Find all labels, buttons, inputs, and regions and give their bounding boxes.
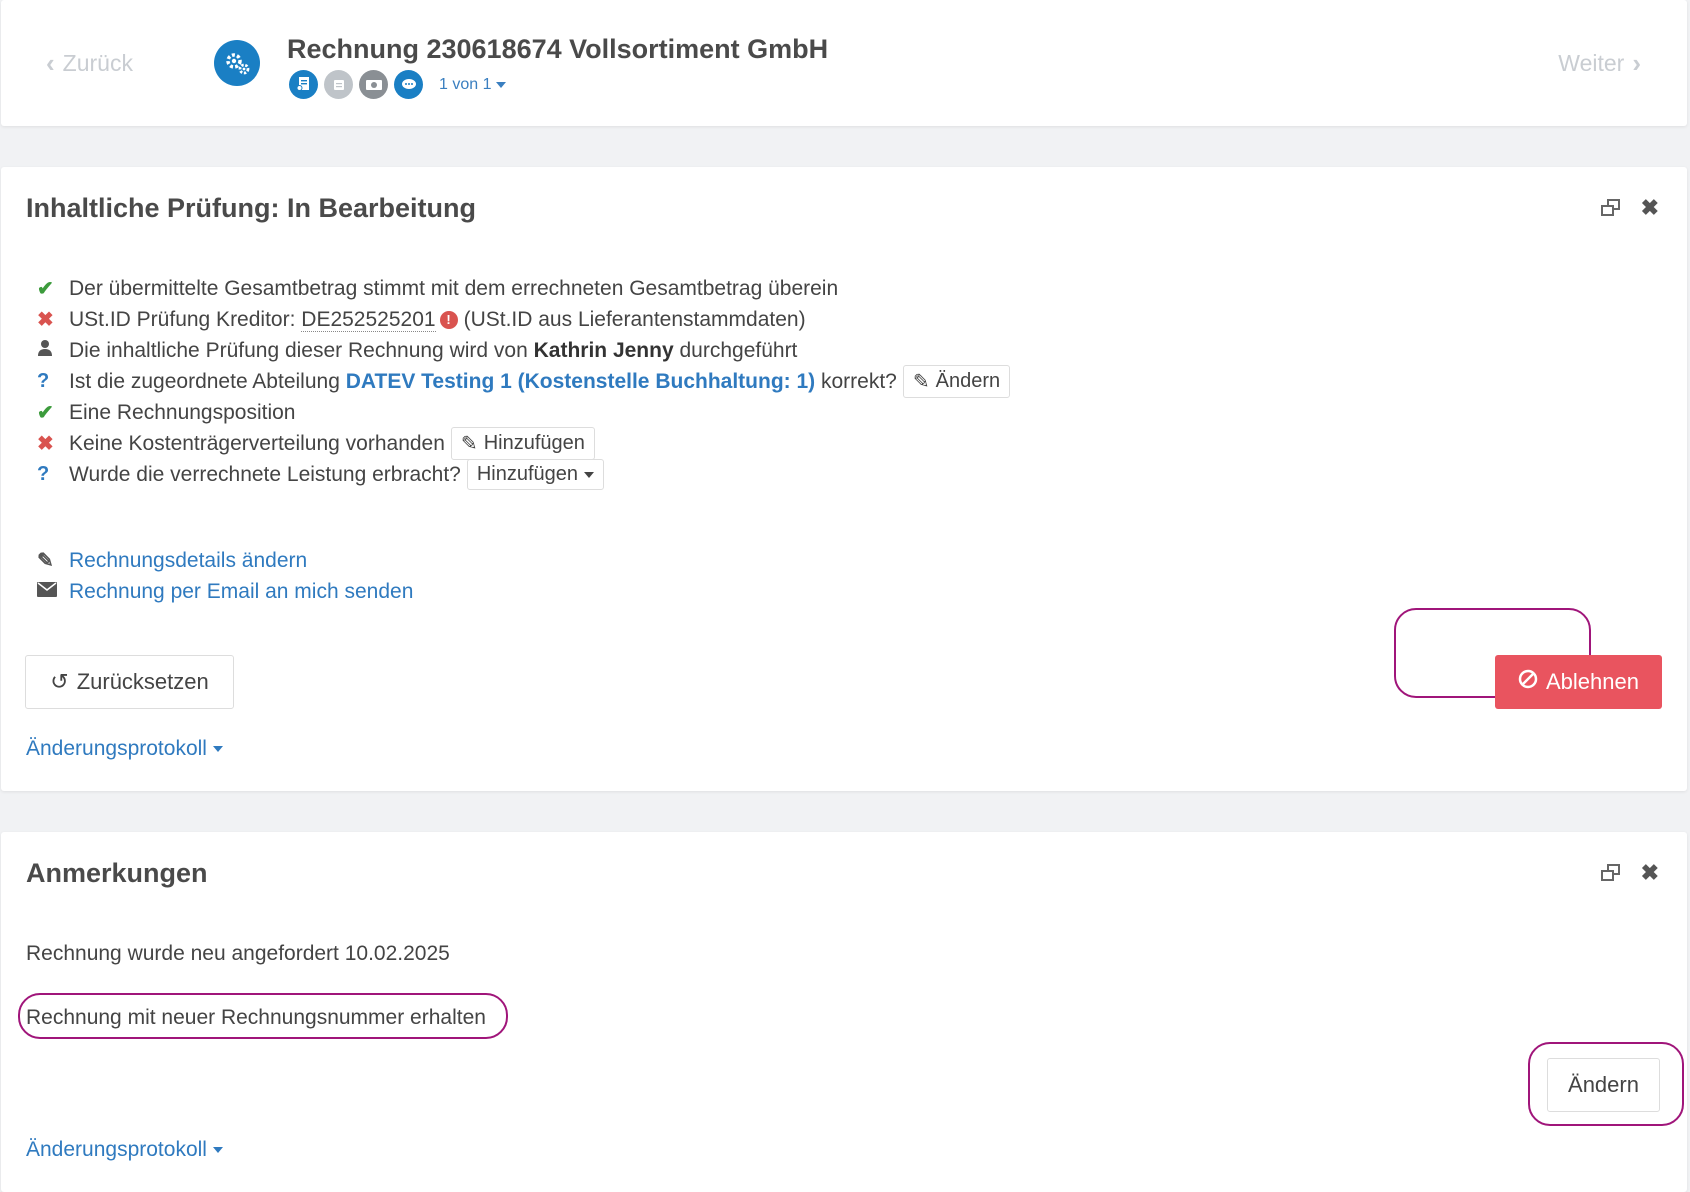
panel-tools: ✖ xyxy=(1600,195,1659,221)
panel-tools: ✖ xyxy=(1600,860,1659,886)
button-label: Zurücksetzen xyxy=(76,669,209,694)
status-icon-bar: 1 von 1 xyxy=(289,70,507,99)
vat-id-value[interactable]: DE252525201 xyxy=(301,307,436,332)
question-icon: ? xyxy=(37,463,50,485)
check-icon: ✔ xyxy=(37,278,54,300)
check-total-amount: ✔ Der übermittelte Gesamtbetrag stimmt m… xyxy=(37,273,1010,304)
vat-suffix: (USt.ID aus Lieferantenstammdaten) xyxy=(463,307,806,331)
check-department: ? Ist die zugeordnete Abteilung DATEV Te… xyxy=(37,365,1011,398)
pager-label: 1 von 1 xyxy=(439,75,492,93)
panel-title: Anmerkungen xyxy=(26,858,208,888)
dept-link[interactable]: DATEV Testing 1 (Kostenstelle Buchhaltun… xyxy=(346,370,815,393)
vat-prefix: USt.ID Prüfung Kreditor: xyxy=(69,307,296,331)
pencil-icon: ✎ xyxy=(460,433,478,455)
check-cost-carrier: ✖ Keine Kostenträgerverteilung vorhanden… xyxy=(37,427,1010,460)
notes-panel: Anmerkungen ✖ Rechnung wurde neu angefor… xyxy=(1,832,1687,1192)
button-label: Ändern xyxy=(935,370,1001,392)
pencil-icon: ✎ xyxy=(37,550,54,572)
book-icon[interactable] xyxy=(324,70,353,99)
undo-icon: ↺ xyxy=(50,669,69,694)
reviewer-prefix: Die inhaltliche Prüfung dieser Rechnung … xyxy=(69,338,528,362)
check-list: ✔ Der übermittelte Gesamtbetrag stimmt m… xyxy=(37,273,1011,490)
pager-dropdown[interactable]: 1 von 1 xyxy=(439,75,507,94)
caret-down-icon xyxy=(212,746,223,752)
check-text: Eine Rechnungsposition xyxy=(69,400,296,424)
alert-icon[interactable]: ! xyxy=(439,310,458,329)
note-text: Rechnung mit neuer Rechnungsnummer erhal… xyxy=(26,1006,486,1029)
workflow-gears-icon xyxy=(214,40,260,86)
close-icon[interactable]: ✖ xyxy=(1641,195,1659,221)
restore-window-icon[interactable] xyxy=(1600,864,1621,882)
content-review-panel: Inhaltliche Prüfung: In Bearbeitung ✖ ✔ … xyxy=(1,167,1687,791)
panel-title: Inhaltliche Prüfung: In Bearbeitung xyxy=(26,193,477,223)
reject-button[interactable]: Ablehnen xyxy=(1495,655,1662,709)
chevron-right-icon: › xyxy=(1632,48,1641,78)
button-label: Ablehnen xyxy=(1546,669,1639,694)
add-service-dropdown[interactable]: Hinzufügen xyxy=(466,459,605,490)
reviewer-suffix: durchgeführt xyxy=(679,338,798,362)
check-text: Wurde die verrechnete Leistung erbracht? xyxy=(69,462,461,486)
user-icon xyxy=(37,339,69,363)
cross-icon: ✖ xyxy=(37,309,54,331)
check-service: ? Wurde die verrechnete Leistung erbrach… xyxy=(37,459,1010,490)
check-text: Keine Kostenträgerverteilung vorhanden xyxy=(69,431,445,455)
check-positions: ✔ Eine Rechnungsposition xyxy=(37,397,1010,428)
question-icon: ? xyxy=(37,370,50,392)
check-vat-id: ✖ USt.ID Prüfung Kreditor: DE252525201! (… xyxy=(37,304,1010,335)
change-log-label: Änderungsprotokoll xyxy=(26,737,207,760)
dept-suffix: korrekt? xyxy=(821,369,897,393)
money-icon[interactable] xyxy=(359,70,388,99)
document-person-icon[interactable] xyxy=(289,70,318,99)
cross-icon: ✖ xyxy=(37,433,54,455)
check-icon: ✔ xyxy=(37,402,54,424)
button-label: Hinzufügen xyxy=(483,432,585,454)
envelope-icon xyxy=(37,580,69,603)
change-note-button[interactable]: Ändern xyxy=(1547,1058,1660,1112)
back-button[interactable]: ‹ Zurück xyxy=(46,48,133,79)
back-label: Zurück xyxy=(62,50,133,76)
send-email-row: Rechnung per Email an mich senden xyxy=(37,576,413,607)
button-label: Ändern xyxy=(1568,1072,1639,1097)
caret-down-icon xyxy=(212,1147,223,1153)
pencil-icon: ✎ xyxy=(912,371,930,393)
restore-window-icon[interactable] xyxy=(1600,199,1621,217)
edit-details-link[interactable]: Rechnungsdetails ändern xyxy=(69,549,307,573)
note-text: Rechnung wurde neu angefordert 10.02.202… xyxy=(26,942,450,965)
reviewer-name: Kathrin Jenny xyxy=(533,338,674,362)
change-log-toggle[interactable]: Änderungsprotokoll xyxy=(26,737,223,761)
edit-details-row: ✎ Rechnungsdetails ändern xyxy=(37,545,413,576)
change-department-button[interactable]: ✎ Ändern xyxy=(902,365,1011,398)
ban-icon xyxy=(1518,669,1538,695)
next-label: Weiter xyxy=(1558,50,1625,76)
reset-button[interactable]: ↺ Zurücksetzen xyxy=(25,655,234,709)
button-label: Hinzufügen xyxy=(476,463,579,485)
check-text: Der übermittelte Gesamtbetrag stimmt mit… xyxy=(69,276,839,300)
caret-down-icon xyxy=(496,81,507,88)
comment-icon[interactable] xyxy=(394,70,423,99)
chevron-left-icon: ‹ xyxy=(46,48,55,78)
dept-prefix: Ist die zugeordnete Abteilung xyxy=(69,369,340,393)
caret-down-icon xyxy=(584,471,595,478)
action-links: ✎ Rechnungsdetails ändern Rechnung per E… xyxy=(37,545,413,607)
change-log-label: Änderungsprotokoll xyxy=(26,1138,207,1161)
close-icon[interactable]: ✖ xyxy=(1641,860,1659,886)
invoice-header: ‹ Zurück Rechnung 230618674 Vollsortimen… xyxy=(1,0,1687,126)
send-email-link[interactable]: Rechnung per Email an mich senden xyxy=(69,580,413,604)
page-title: Rechnung 230618674 Vollsortiment GmbH xyxy=(287,34,829,64)
add-cost-carrier-button[interactable]: ✎ Hinzufügen xyxy=(450,427,595,460)
next-button[interactable]: Weiter › xyxy=(1558,48,1641,79)
change-log-toggle[interactable]: Änderungsprotokoll xyxy=(26,1138,223,1162)
check-reviewer: Die inhaltliche Prüfung dieser Rechnung … xyxy=(37,335,1010,366)
